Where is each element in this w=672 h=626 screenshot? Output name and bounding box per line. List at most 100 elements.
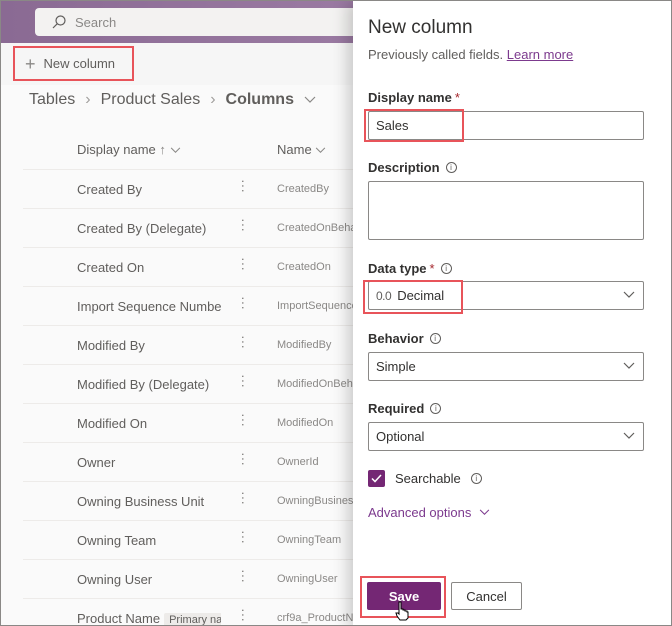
row-display-name: Modified On: [77, 416, 148, 431]
more-options-icon[interactable]: ···: [236, 413, 252, 427]
chevron-down-icon: [623, 362, 635, 369]
searchable-row: Searchable i: [368, 470, 482, 487]
more-options-icon[interactable]: ···: [236, 530, 252, 544]
panel-title: New column: [368, 17, 473, 38]
description-label-text: Description: [368, 160, 440, 175]
more-options-icon[interactable]: ···: [236, 257, 252, 271]
panel-subtitle: Previously called fields. Learn more: [368, 47, 573, 62]
behavior-value: Simple: [376, 359, 416, 374]
info-icon[interactable]: i: [445, 162, 457, 173]
row-display-name: Owning Business Unit: [77, 494, 205, 509]
row-name: OwningUser: [277, 573, 338, 585]
row-display-name: Owning Team: [77, 533, 157, 548]
table-row[interactable]: Modified By ··· ModifiedBy: [23, 325, 353, 364]
row-display-name: Modified By: [77, 338, 145, 353]
breadcrumb-product-sales[interactable]: Product Sales: [101, 91, 201, 109]
searchable-checkbox[interactable]: [368, 470, 385, 487]
hand-cursor-icon: [395, 601, 409, 621]
description-label: Description i: [368, 160, 457, 175]
new-column-label: New column: [43, 56, 116, 71]
row-name: ModifiedOnBeh: [277, 378, 353, 390]
column-header-display-name-label: Display name: [77, 142, 156, 157]
table-row[interactable]: Created By ··· CreatedBy: [23, 169, 353, 208]
info-icon[interactable]: i: [470, 473, 482, 484]
required-dropdown[interactable]: Optional: [368, 422, 644, 451]
table-row[interactable]: Owning Team ··· OwningTeam: [23, 520, 353, 559]
table-row[interactable]: Created By (Delegate) ··· CreatedOnBeha: [23, 208, 353, 247]
breadcrumb-tables[interactable]: Tables: [29, 91, 75, 109]
display-name-label: Display name *: [368, 90, 460, 105]
column-header-name[interactable]: Name: [277, 142, 326, 157]
row-display-name: Modified By (Delegate): [77, 377, 210, 392]
data-type-value: Decimal: [397, 288, 445, 303]
breadcrumb-columns[interactable]: Columns: [226, 91, 294, 109]
required-label-text: Required: [368, 401, 425, 416]
row-name: OwnerId: [277, 456, 319, 468]
more-options-icon[interactable]: ···: [236, 374, 252, 388]
table-row[interactable]: Import Sequence Number ··· ImportSequenc…: [23, 286, 353, 325]
row-display-name: Created By: [77, 182, 143, 197]
table-row[interactable]: Owning Business Unit ··· OwningBusiness: [23, 481, 353, 520]
behavior-label: Behavior i: [368, 331, 441, 346]
more-options-icon[interactable]: ···: [236, 218, 252, 232]
search-box[interactable]: Search: [35, 8, 353, 36]
row-name: crf9a_ProductN: [277, 612, 353, 624]
table-row[interactable]: Created On ··· CreatedOn: [23, 247, 353, 286]
data-type-label-text: Data type: [368, 261, 427, 276]
panel-subtitle-text: Previously called fields.: [368, 47, 504, 62]
data-type-label: Data type * i: [368, 261, 452, 276]
new-column-button[interactable]: + New column: [13, 46, 134, 81]
row-name: ModifiedBy: [277, 339, 332, 351]
row-display-name: Created By (Delegate): [77, 221, 207, 236]
row-name: ModifiedOn: [277, 417, 334, 429]
more-options-icon[interactable]: ···: [236, 491, 252, 505]
row-display-name: Owner: [77, 455, 116, 470]
breadcrumb: Tables › Product Sales › Columns: [29, 91, 316, 109]
info-icon[interactable]: i: [440, 263, 452, 274]
searchable-label: Searchable: [395, 471, 461, 486]
behavior-dropdown[interactable]: Simple: [368, 352, 644, 381]
advanced-options-toggle[interactable]: Advanced options: [368, 505, 490, 520]
app-window: Search + New column Tables › Product Sal…: [0, 0, 672, 626]
more-options-icon[interactable]: ···: [236, 296, 252, 310]
plus-icon: +: [25, 53, 36, 74]
behavior-label-text: Behavior: [368, 331, 424, 346]
chevron-right-icon: ›: [210, 91, 216, 108]
more-options-icon[interactable]: ···: [236, 608, 252, 622]
chevron-down-icon: [316, 147, 326, 153]
learn-more-link[interactable]: Learn more: [507, 47, 573, 62]
description-textarea[interactable]: [368, 181, 644, 240]
decimal-icon: 0.0: [376, 288, 392, 303]
required-marker: *: [429, 261, 435, 276]
more-options-icon[interactable]: ···: [236, 335, 252, 349]
table-row[interactable]: Owning User ··· OwningUser: [23, 559, 353, 598]
required-marker: *: [454, 90, 460, 105]
row-display-name: Created On: [77, 260, 145, 275]
row-display-name: Import Sequence Number: [77, 299, 221, 314]
row-name: ImportSequence: [277, 300, 353, 312]
display-name-label-text: Display name: [368, 90, 452, 105]
chevron-down-icon[interactable]: [304, 96, 316, 104]
column-header-display-name[interactable]: Display name ↑: [77, 142, 181, 157]
row-name: OwningBusiness: [277, 495, 353, 507]
chevron-right-icon: ›: [85, 91, 91, 108]
column-header-name-label: Name: [277, 142, 312, 157]
display-name-value: Sales: [376, 118, 409, 133]
more-options-icon[interactable]: ···: [236, 569, 252, 583]
table-row[interactable]: Modified By (Delegate) ··· ModifiedOnBeh: [23, 364, 353, 403]
data-type-dropdown[interactable]: 0.0 Decimal: [368, 281, 644, 310]
row-display-name: Owning User: [77, 572, 153, 587]
table-row[interactable]: Product Name Primary nar ··· crf9a_Produc…: [23, 598, 353, 625]
info-icon[interactable]: i: [430, 403, 442, 414]
cancel-button[interactable]: Cancel: [451, 582, 522, 610]
table-row[interactable]: Modified On ··· ModifiedOn: [23, 403, 353, 442]
required-label: Required i: [368, 401, 442, 416]
more-options-icon[interactable]: ···: [236, 179, 252, 193]
chevron-down-icon: [170, 147, 180, 153]
display-name-input[interactable]: Sales: [368, 111, 644, 140]
more-options-icon[interactable]: ···: [236, 452, 252, 466]
required-value: Optional: [376, 429, 425, 444]
row-name: OwningTeam: [277, 534, 342, 546]
info-icon[interactable]: i: [429, 333, 441, 344]
table-row[interactable]: Owner ··· OwnerId: [23, 442, 353, 481]
